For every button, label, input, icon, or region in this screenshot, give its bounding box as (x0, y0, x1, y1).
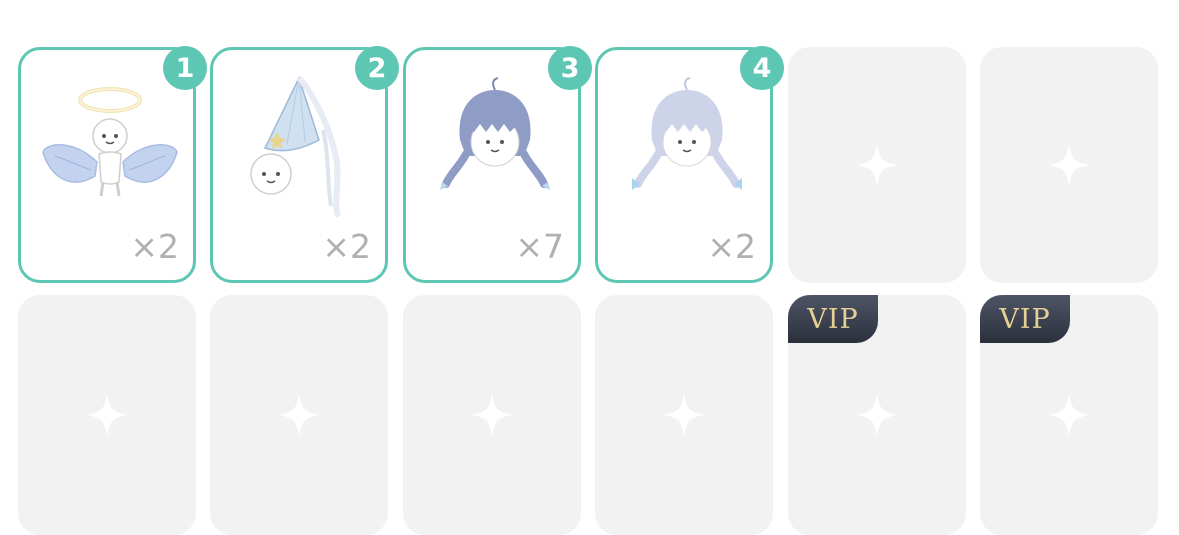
sparkle-icon (468, 391, 516, 439)
sparkle-icon (1045, 141, 1093, 189)
item-count: ×7 (515, 227, 564, 266)
empty-slot[interactable] (595, 295, 773, 535)
inventory-slot-1[interactable]: 1 ×2 (18, 46, 207, 283)
twin-braids-hair-icon (440, 77, 550, 190)
angel-wings-icon (42, 87, 178, 197)
vip-slot[interactable]: VIP (788, 295, 966, 535)
item-count: ×2 (130, 227, 179, 266)
inventory-slot-3[interactable]: 3 ×7 (403, 46, 592, 283)
sparkle-icon (1045, 391, 1093, 439)
sparkle-icon (83, 391, 131, 439)
party-hat-icon (250, 75, 342, 219)
sparkle-icon (660, 391, 708, 439)
empty-slot[interactable] (980, 47, 1158, 283)
pale-twin-braids-hair-icon (632, 77, 742, 190)
empty-slot[interactable] (403, 295, 581, 535)
item-count: ×2 (322, 227, 371, 266)
inventory-slot-4[interactable]: 4 ×2 (595, 46, 784, 283)
empty-slot[interactable] (210, 295, 388, 535)
empty-slot[interactable] (788, 47, 966, 283)
sparkle-icon (853, 391, 901, 439)
sparkle-icon (275, 391, 323, 439)
vip-slot[interactable]: VIP (980, 295, 1158, 535)
sparkle-icon (853, 141, 901, 189)
vip-badge: VIP (980, 295, 1070, 343)
empty-slot[interactable] (18, 295, 196, 535)
vip-badge: VIP (788, 295, 878, 343)
inventory-slot-2[interactable]: 2 ×2 (210, 46, 399, 283)
item-count: ×2 (707, 227, 756, 266)
